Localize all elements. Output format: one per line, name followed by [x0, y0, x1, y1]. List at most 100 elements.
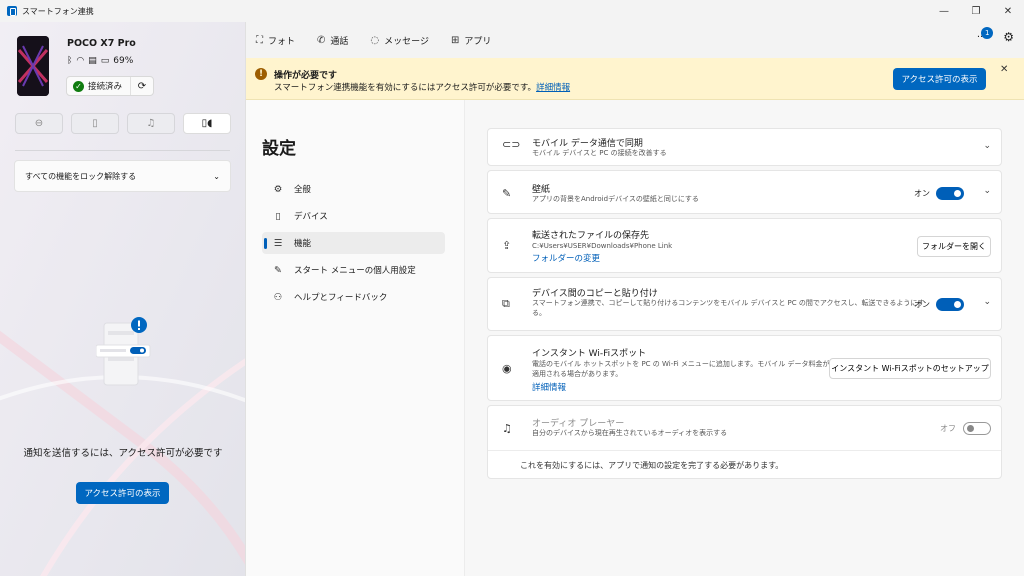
clipboard-toggle[interactable]	[936, 298, 964, 311]
settings-nav-devices-label: デバイス	[294, 212, 328, 222]
close-button[interactable]: ✕	[992, 0, 1024, 22]
mobile-data-sync-card[interactable]: ⊂⊃ モバイル データ通信で同期 モバイル デバイスと PC の接続を改善する …	[487, 128, 1002, 166]
divider	[488, 450, 1001, 451]
settings-nav-general[interactable]: ⚙ 全般	[262, 178, 445, 200]
tab-messages-label: メッセージ	[384, 36, 429, 47]
connected-label: 接続済み	[88, 82, 123, 92]
audio-player-note: これを有効にするには、アプリで通知の設定を完了する必要があります。	[520, 461, 784, 470]
mobile-data-sync-desc: モバイル デバイスと PC の接続を改善する	[532, 149, 667, 157]
banner-close-icon[interactable]: ✕	[1000, 64, 1008, 75]
chevron-down-icon[interactable]: ⌄	[983, 297, 991, 307]
tab-calls[interactable]: ✆ 通話	[317, 34, 348, 47]
file-save-location-title: 転送されたファイルの保存先	[532, 231, 650, 241]
people-icon: ⚇	[273, 291, 283, 303]
tab-apps[interactable]: ⊞ アプリ	[451, 34, 491, 47]
file-save-path: C:¥Users¥USER¥Downloads¥Phone Link	[532, 242, 673, 250]
wallpaper-toggle-state: オン	[914, 189, 930, 198]
device-icon: ▯	[275, 210, 281, 222]
chevron-down-icon[interactable]: ⌄	[983, 141, 991, 151]
banner-show-permissions-button[interactable]: アクセス許可の表示	[893, 68, 986, 90]
connection-status: ✓ 接続済み ⟳	[66, 76, 154, 96]
refresh-button[interactable]: ⟳	[131, 81, 153, 92]
link-icon: ⊂⊃	[502, 138, 521, 151]
audio-toggle[interactable]	[963, 422, 991, 435]
maximize-button[interactable]: ❐	[960, 0, 992, 22]
banner-message-text: スマートフォン連携機能を有効にするにはアクセス許可が必要です。	[274, 83, 537, 93]
setup-hotspot-button[interactable]: インスタント Wi-Fiスポットのセットアップ	[829, 358, 991, 379]
connected-status[interactable]: ✓ 接続済み	[67, 77, 131, 95]
clipboard-desc-line1: スマートフォン連携で、コピーして貼り付けるコンテンツをモバイル デバイスと PC…	[532, 299, 925, 307]
battery-level: 69%	[113, 56, 134, 66]
tab-photos[interactable]: ⛶ フォト	[256, 34, 295, 47]
device-pane: POCO X7 Pro ᛒ ◠ ▤ ▭ 69% ✓ 接続済み ⟳ ⊖ ▯ ♫ ▯…	[0, 22, 246, 576]
brush-icon: ✎	[502, 187, 512, 200]
settings-nav-start-menu[interactable]: ✎ スタート メニューの個人用設定	[262, 259, 445, 281]
music-note-icon: ♫	[502, 422, 512, 435]
show-permissions-button[interactable]: アクセス許可の表示	[76, 482, 169, 504]
hotspot-learn-more-link[interactable]: 詳細情報	[532, 381, 566, 393]
title-bar: スマートフォン連携 — ❐ ✕	[0, 0, 1024, 22]
do-not-disturb-button[interactable]: ⊖	[15, 113, 63, 134]
audio-player-card: ♫ オーディオ プレーヤー 自分のデバイスから現在再生されているオーディオを表示…	[487, 405, 1002, 479]
signal-icon: ▤	[88, 56, 97, 66]
chevron-down-icon: ⌄	[213, 171, 220, 181]
wallpaper-desc: アプリの背景をAndroidデバイスの壁紙と同じにする	[532, 195, 699, 203]
tab-photos-label: フォト	[268, 36, 296, 47]
battery-icon: ▭	[100, 56, 110, 66]
change-folder-link[interactable]: フォルダーの変更	[532, 252, 600, 264]
settings-nav-general-label: 全般	[294, 185, 312, 195]
phone-icon: ✆	[317, 34, 326, 46]
instant-hotspot-title: インスタント Wi-Fiスポット	[532, 349, 647, 359]
instant-hotspot-desc-line2: 適用される場合があります。	[532, 370, 623, 378]
banner-message: スマートフォン連携機能を有効にするにはアクセス許可が必要です。詳細情報	[274, 81, 570, 93]
notifications-button[interactable]: ·· 1	[977, 26, 994, 43]
settings-nav: 設定 ⚙ 全般 ▯ デバイス ☰ 機能 ✎ スタート メニューの個人用設定 ⚇ …	[246, 100, 465, 576]
banner-learn-more-link[interactable]: 詳細情報	[536, 83, 570, 93]
pen-icon: ✎	[274, 264, 282, 276]
wifi-icon: ◠	[76, 56, 85, 66]
audio-player-desc: 自分のデバイスから現在再生されているオーディオを表示する	[532, 429, 728, 437]
settings-nav-help-label: ヘルプとフィードバック	[294, 293, 388, 303]
window-title: スマートフォン連携	[22, 6, 94, 16]
unlock-features-label: すべての機能をロック解除する	[25, 171, 137, 181]
settings-page: 設定 ⚙ 全般 ▯ デバイス ☰ 機能 ✎ スタート メニューの個人用設定 ⚇ …	[246, 100, 1024, 576]
apps-grid-icon: ⊞	[450, 34, 460, 46]
music-note-icon: ♫	[146, 118, 156, 129]
checkmark-icon: ✓	[73, 80, 84, 92]
speaker-phone-icon: ▯◖	[201, 118, 213, 129]
vibrate-button[interactable]: ▯	[71, 113, 119, 134]
file-save-location-card: ⇪ 転送されたファイルの保存先 C:¥Users¥USER¥Downloads¥…	[487, 218, 1002, 273]
clipboard-desc-line2: る。	[532, 309, 546, 317]
share-icon: ⇪	[502, 239, 512, 252]
audio-toggle-state: オフ	[940, 424, 956, 433]
permission-message: 通知を送信するには、アクセス許可が必要です	[23, 448, 223, 459]
audio-output-button[interactable]: ▯◖	[183, 113, 231, 134]
open-folder-button[interactable]: フォルダーを開く	[917, 236, 991, 257]
settings-nav-help[interactable]: ⚇ ヘルプとフィードバック	[262, 286, 445, 308]
unlock-features-dropdown[interactable]: すべての機能をロック解除する ⌄	[14, 160, 231, 192]
warning-icon: !	[255, 68, 267, 80]
tab-messages[interactable]: ◌ メッセージ	[370, 34, 429, 47]
tab-calls-label: 通話	[330, 36, 349, 47]
quick-actions: ⊖ ▯ ♫ ▯◖	[15, 113, 231, 134]
clipboard-card: ⧉ デバイス間のコピーと貼り付け スマートフォン連携で、コピーして貼り付けるコン…	[487, 277, 1002, 331]
wallpaper-toggle[interactable]	[936, 187, 964, 200]
copy-icon: ⧉	[502, 297, 510, 310]
action-required-banner: ! 操作が必要です スマートフォン連携機能を有効にするにはアクセス許可が必要です…	[246, 58, 1024, 100]
settings-nav-features[interactable]: ☰ 機能	[262, 232, 445, 254]
window-controls: — ❐ ✕	[928, 0, 1024, 22]
page-title: 設定	[262, 139, 296, 159]
media-button[interactable]: ♫	[127, 113, 175, 134]
minimize-button[interactable]: —	[928, 0, 960, 22]
refresh-icon: ⟳	[137, 80, 147, 92]
chevron-down-icon[interactable]: ⌄	[983, 186, 991, 196]
photo-icon: ⛶	[256, 34, 263, 46]
minus-circle-icon: ⊖	[34, 118, 44, 129]
settings-nav-devices[interactable]: ▯ デバイス	[262, 205, 445, 227]
top-right-actions: ·· 1 ⚙	[977, 26, 1014, 44]
list-icon: ☰	[273, 237, 283, 249]
settings-gear-icon[interactable]: ⚙	[1003, 30, 1014, 44]
settings-nav-start-menu-label: スタート メニューの個人用設定	[294, 266, 416, 276]
notification-illustration	[96, 317, 151, 386]
chat-icon: ◌	[370, 34, 380, 46]
